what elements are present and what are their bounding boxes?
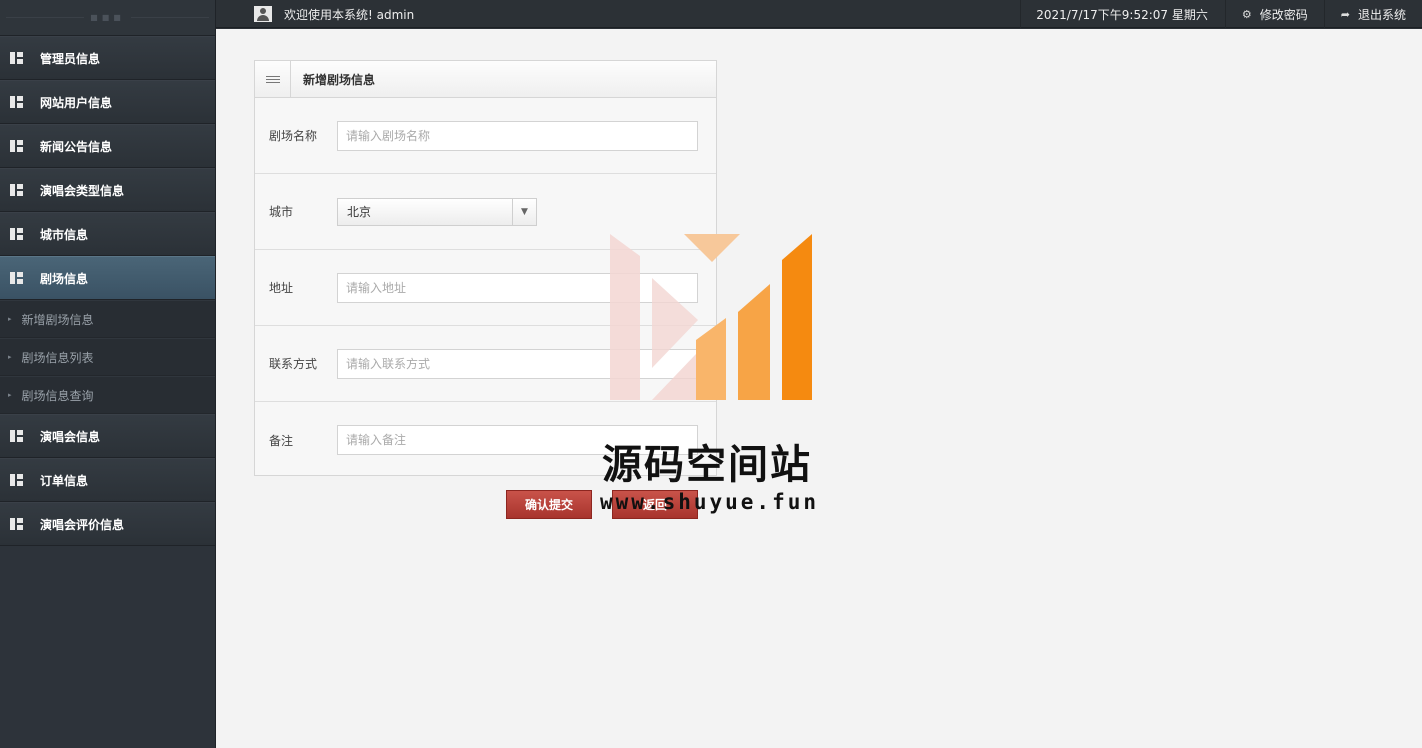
submit-button[interactable]: 确认提交 [506, 490, 592, 519]
remark-input[interactable] [337, 425, 698, 455]
bullet-icon: ▸ [8, 391, 12, 399]
change-password-link[interactable]: ⚙ 修改密码 [1224, 0, 1324, 28]
dashboard-icon [10, 96, 23, 108]
address-input[interactable] [337, 272, 698, 303]
dashboard-icon [10, 518, 23, 530]
name-label: 剧场名称 [269, 129, 318, 143]
sidebar-item-admin[interactable]: 管理员信息 [0, 36, 215, 80]
form-row-name: 剧场名称 [255, 98, 716, 174]
top-bar: 欢迎使用本系统! admin 2021/7/17下午9:52:07 星期六 ⚙ … [216, 0, 1422, 28]
form-header: 新增剧场信息 [255, 61, 716, 98]
dashboard-icon [10, 430, 23, 442]
form-row-address: 地址 [255, 250, 716, 326]
bullet-icon: ▸ [8, 315, 12, 323]
welcome-area: 欢迎使用本系统! admin [254, 0, 414, 28]
sidebar-item-label: 演唱会类型信息 [40, 183, 125, 198]
main-content: 新增剧场信息 剧场名称 城市 北京 ▼ 地址 联系方式 备注 确认提交 返回 [216, 29, 1422, 748]
grip-icon: ■■■ [90, 13, 125, 22]
sidebar-item-label: 演唱会评价信息 [40, 517, 125, 532]
sidebar-item-users[interactable]: 网站用户信息 [0, 80, 215, 124]
sidebar-subitem-add-theater[interactable]: ▸ 新增剧场信息 [0, 300, 215, 338]
sidebar-collapse-handle[interactable]: ■■■ [0, 0, 215, 36]
add-theater-form: 新增剧场信息 剧场名称 城市 北京 ▼ 地址 联系方式 备注 [254, 60, 717, 476]
remark-label: 备注 [269, 433, 294, 448]
logout-label: 退出系统 [1357, 7, 1406, 22]
sidebar-subitem-theater-query[interactable]: ▸ 剧场信息查询 [0, 376, 215, 414]
datetime-display: 2021/7/17下午9:52:07 星期六 [1020, 0, 1225, 28]
welcome-text: 欢迎使用本系统! admin [284, 7, 415, 22]
menu-icon [255, 61, 291, 97]
sidebar-item-label: 订单信息 [40, 473, 89, 488]
caret-down-icon: ▼ [512, 198, 536, 225]
user-icon [254, 6, 272, 22]
theater-name-input[interactable] [337, 120, 698, 151]
sidebar-item-concerts[interactable]: 演唱会信息 [0, 414, 215, 458]
sidebar-item-news[interactable]: 新闻公告信息 [0, 124, 215, 168]
dashboard-icon [10, 474, 23, 486]
gear-icon: ⚙ [1241, 7, 1252, 21]
city-select-value: 北京 [347, 205, 372, 219]
address-label: 地址 [269, 281, 294, 295]
form-row-remark: 备注 [255, 402, 716, 478]
dashboard-icon [10, 272, 23, 284]
city-select[interactable]: 北京 ▼ [337, 197, 537, 226]
sidebar: ■■■ 管理员信息 网站用户信息 新闻公告信息 演唱会类型信息 城市信息 剧场信… [0, 0, 216, 748]
sidebar-subitem-theater-list[interactable]: ▸ 剧场信息列表 [0, 338, 215, 376]
dashboard-icon [10, 184, 23, 196]
sidebar-subitem-label: 剧场信息查询 [21, 388, 94, 403]
logout-link[interactable]: ➦ 退出系统 [1323, 0, 1422, 28]
sidebar-item-orders[interactable]: 订单信息 [0, 458, 215, 502]
sidebar-item-label: 网站用户信息 [40, 95, 113, 110]
sidebar-item-cities[interactable]: 城市信息 [0, 212, 215, 256]
form-title: 新增剧场信息 [303, 72, 376, 87]
dashboard-icon [10, 140, 23, 152]
form-row-contact: 联系方式 [255, 326, 716, 402]
sidebar-item-concert-types[interactable]: 演唱会类型信息 [0, 168, 215, 212]
sidebar-item-label: 剧场信息 [40, 271, 89, 286]
contact-input[interactable] [337, 348, 698, 379]
sidebar-subitem-label: 新增剧场信息 [21, 312, 94, 327]
sidebar-item-label: 城市信息 [40, 227, 89, 242]
sidebar-item-label: 新闻公告信息 [40, 139, 113, 154]
dashboard-icon [10, 52, 23, 64]
share-arrow-icon: ➦ [1340, 7, 1350, 21]
sidebar-item-label: 管理员信息 [40, 51, 101, 66]
sidebar-item-theaters[interactable]: 剧场信息 [0, 256, 215, 300]
sidebar-subitem-label: 剧场信息列表 [21, 350, 94, 365]
sidebar-item-concert-reviews[interactable]: 演唱会评价信息 [0, 502, 215, 546]
dashboard-icon [10, 228, 23, 240]
form-row-city: 城市 北京 ▼ [255, 174, 716, 250]
top-right-area: 2021/7/17下午9:52:07 星期六 ⚙ 修改密码 ➦ 退出系统 [1020, 0, 1422, 28]
change-password-label: 修改密码 [1259, 7, 1308, 22]
bullet-icon: ▸ [8, 353, 12, 361]
back-button[interactable]: 返回 [612, 490, 698, 519]
sidebar-item-label: 演唱会信息 [40, 429, 101, 444]
city-label: 城市 [269, 205, 294, 219]
contact-label: 联系方式 [269, 357, 318, 371]
